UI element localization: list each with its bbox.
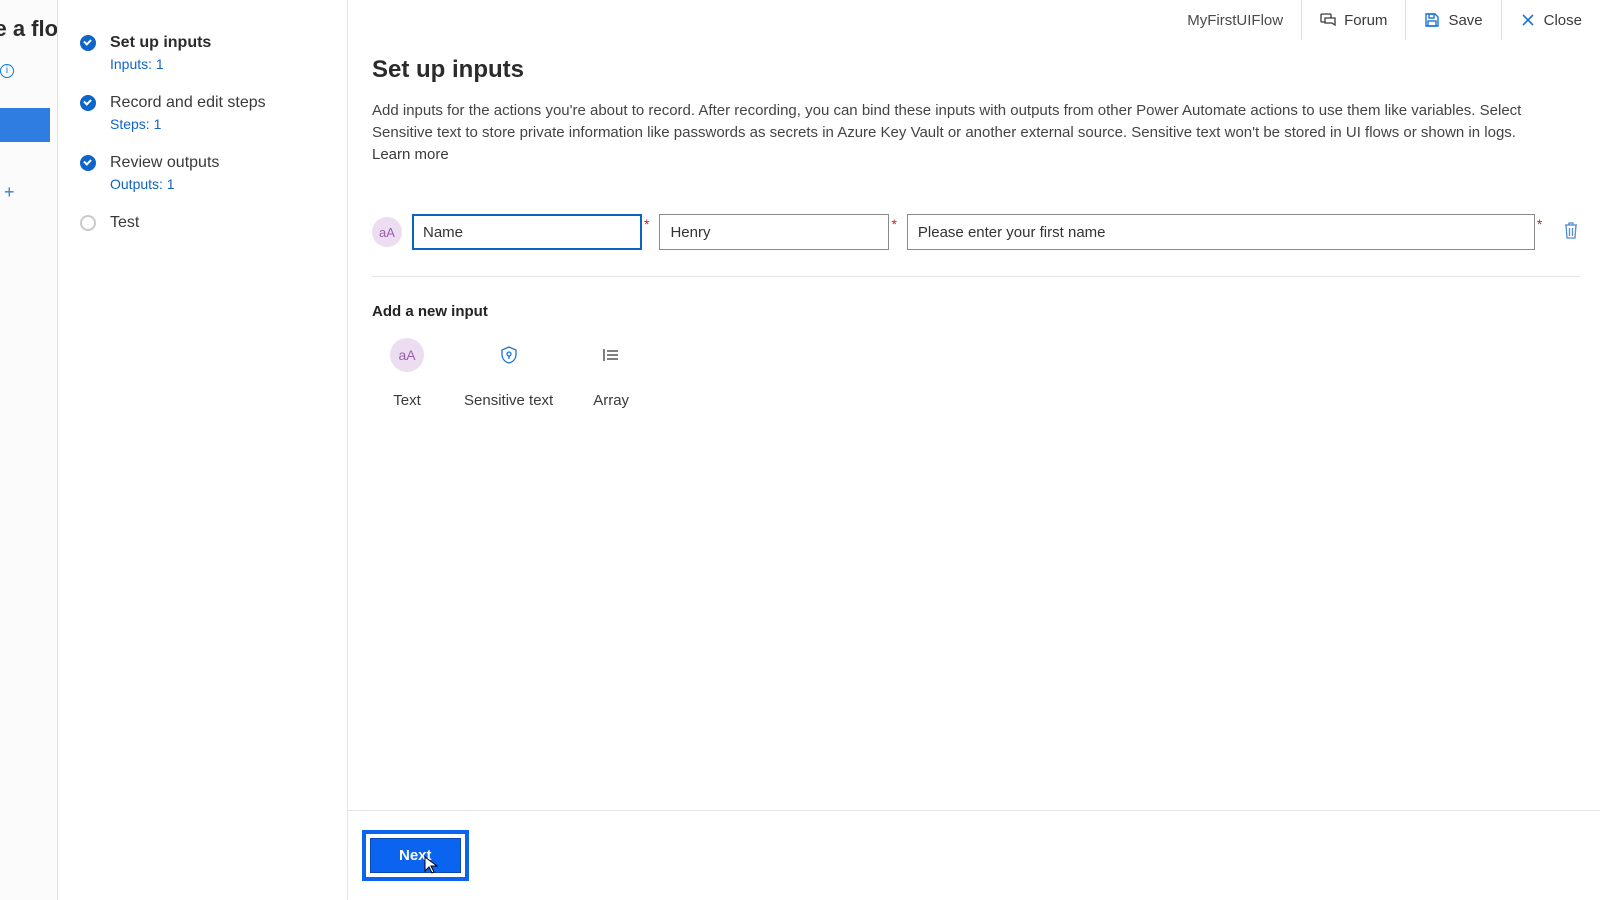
delete-icon: [1562, 220, 1580, 240]
save-button[interactable]: Save: [1405, 0, 1500, 40]
step-label: Review outputs: [110, 152, 219, 174]
save-icon: [1424, 12, 1440, 28]
required-marker: *: [891, 216, 896, 232]
input-sample-field[interactable]: [659, 214, 889, 250]
add-array-input-button[interactable]: Array: [593, 338, 629, 409]
forum-button[interactable]: Forum: [1301, 0, 1405, 40]
input-description-field[interactable]: [907, 214, 1535, 250]
page-title: Set up inputs: [372, 56, 1588, 84]
input-description-field-wrap: *: [907, 214, 1542, 250]
close-icon: [1520, 12, 1536, 28]
add-new-input-label: Add a new input: [372, 303, 1588, 320]
input-sample-field-wrap: *: [659, 214, 896, 250]
forum-label: Forum: [1344, 12, 1387, 29]
close-button[interactable]: Close: [1501, 0, 1600, 40]
step-label: Set up inputs: [110, 32, 211, 54]
page-description: Add inputs for the actions you're about …: [372, 100, 1552, 166]
input-name-field[interactable]: [412, 214, 642, 250]
text-type-icon: aA: [390, 338, 424, 372]
input-name-field-wrap: *: [412, 214, 649, 250]
background-panel: ake a flo i + nated even ate i te work m…: [0, 0, 58, 900]
step-sublabel: Outputs: 1: [110, 176, 219, 192]
type-sensitive-label: Sensitive text: [464, 392, 553, 409]
type-text-label: Text: [393, 392, 421, 409]
required-marker: *: [1537, 216, 1542, 232]
close-label: Close: [1544, 12, 1582, 29]
flow-name-label: MyFirstUIFlow: [1169, 0, 1301, 40]
background-highlight: [0, 108, 50, 142]
step-sublabel: Steps: 1: [110, 116, 266, 132]
forum-icon: [1320, 12, 1336, 28]
sensitive-text-icon: [492, 338, 526, 372]
add-sensitive-text-button[interactable]: Sensitive text: [464, 338, 553, 409]
info-icon: i: [0, 64, 14, 78]
background-title: ake a flo: [0, 16, 58, 42]
required-marker: *: [644, 216, 649, 232]
add-text-input-button[interactable]: aA Text: [390, 338, 424, 409]
array-type-icon: [594, 338, 628, 372]
step-done-icon: [80, 155, 96, 171]
type-array-label: Array: [593, 392, 629, 409]
wizard-sidebar: Set up inputs Inputs: 1 Record and edit …: [58, 0, 348, 900]
delete-input-button[interactable]: [1562, 220, 1580, 245]
step-label: Record and edit steps: [110, 92, 266, 114]
step-pending-icon: [80, 215, 96, 231]
main-panel: MyFirstUIFlow Forum Save Close Set u: [348, 0, 1600, 900]
next-button[interactable]: Next: [370, 838, 461, 873]
text-type-icon: aA: [372, 217, 402, 247]
step-done-icon: [80, 35, 96, 51]
step-record-edit[interactable]: Record and edit steps Steps: 1: [58, 82, 347, 142]
save-label: Save: [1448, 12, 1482, 29]
step-done-icon: [80, 95, 96, 111]
step-review-outputs[interactable]: Review outputs Outputs: 1: [58, 142, 347, 202]
footer-bar: Next: [348, 810, 1600, 900]
step-test[interactable]: Test: [58, 202, 347, 244]
command-bar: MyFirstUIFlow Forum Save Close: [1169, 0, 1600, 40]
content-area: Set up inputs Add inputs for the actions…: [372, 56, 1588, 810]
step-label: Test: [110, 212, 139, 234]
next-button-highlight: Next: [362, 830, 469, 881]
input-type-options: aA Text Sensitive text: [372, 338, 1588, 409]
step-set-up-inputs[interactable]: Set up inputs Inputs: 1: [58, 22, 347, 82]
plus-icon: +: [4, 182, 15, 203]
input-definition-row: aA * * *: [372, 214, 1580, 277]
learn-more-link[interactable]: Learn more: [372, 146, 449, 163]
step-sublabel: Inputs: 1: [110, 56, 211, 72]
